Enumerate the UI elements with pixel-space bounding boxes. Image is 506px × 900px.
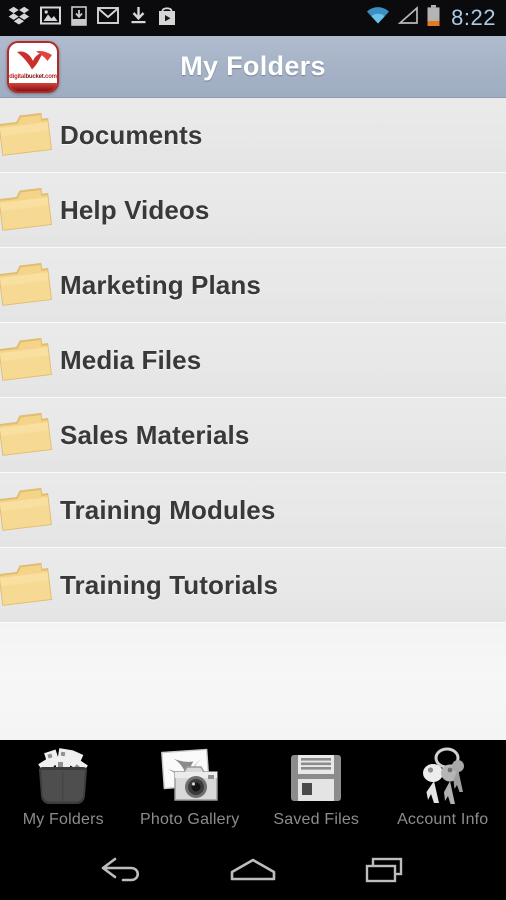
- dropbox-icon: [8, 6, 30, 31]
- back-icon: [95, 855, 147, 890]
- camera-icon: [157, 746, 223, 810]
- folder-icon: [0, 482, 58, 538]
- logo-word-tld: .com: [43, 73, 57, 80]
- home-button[interactable]: [213, 850, 293, 896]
- folder-icon: [0, 332, 58, 388]
- bottom-tab-bar[interactable]: My Folders Photo Gallery Saved Files Accoun…: [0, 740, 506, 845]
- status-bar: 8:22: [0, 0, 506, 36]
- logo-word-digital: digital: [9, 73, 26, 80]
- status-bar-notification-icons: [8, 5, 366, 31]
- signal-icon: [397, 6, 419, 30]
- phone-screen: 8:22 digitalbucket.com My Folders Docume…: [0, 0, 506, 900]
- wifi-icon: [366, 6, 390, 30]
- page-title: My Folders: [180, 51, 326, 81]
- digitalbucket-logo[interactable]: digitalbucket.com: [7, 40, 59, 93]
- logo-word-bucket: bucket: [25, 73, 44, 80]
- tab-label: Saved Files: [273, 811, 360, 828]
- folder-list-item[interactable]: Sales Materials: [0, 398, 506, 473]
- folder-item-label: Training Tutorials: [60, 569, 279, 600]
- folder-item-label: Marketing Plans: [60, 269, 261, 300]
- tab-saved-files[interactable]: Saved Files: [253, 740, 380, 845]
- recents-button[interactable]: [345, 850, 425, 896]
- tab-label: Photo Gallery: [139, 811, 240, 828]
- status-bar-system-icons: 8:22: [366, 4, 496, 32]
- recents-icon: [359, 855, 411, 890]
- folder-icon: [0, 182, 58, 238]
- home-icon: [226, 855, 280, 890]
- tab-label: My Folders: [22, 811, 104, 828]
- download-icon: [129, 6, 148, 30]
- logo-base-bar: [9, 81, 57, 91]
- bucket-swoosh-icon: [16, 48, 54, 77]
- list-empty-space: [0, 623, 506, 740]
- folder-icon: [0, 257, 58, 313]
- folder-list-item[interactable]: Media Files: [0, 323, 506, 398]
- status-bar-clock: 8:22: [451, 5, 496, 30]
- floppy-disk-icon: [287, 746, 345, 810]
- folder-icon: [0, 107, 58, 163]
- photo-icon: [40, 6, 61, 30]
- tab-label: Account Info: [397, 811, 489, 828]
- folder-icon: [0, 557, 58, 613]
- folder-list[interactable]: Documents Help Videos Marketing Plans Media…: [0, 98, 506, 740]
- folder-list-item[interactable]: Documents: [0, 98, 506, 173]
- action-bar: digitalbucket.com My Folders: [0, 36, 506, 98]
- folder-list-item[interactable]: Marketing Plans: [0, 248, 506, 323]
- play-store-icon: [158, 6, 176, 31]
- folder-list-rows: Documents Help Videos Marketing Plans Media…: [0, 98, 506, 623]
- folder-list-item[interactable]: Training Modules: [0, 473, 506, 548]
- android-navigation-bar[interactable]: [0, 845, 506, 900]
- bucket-of-documents-icon: [32, 746, 94, 810]
- folder-item-label: Media Files: [60, 344, 202, 375]
- logo-wordmark: digitalbucket.com: [9, 74, 57, 80]
- tab-account-info[interactable]: Account Info: [380, 740, 506, 845]
- tab-photo-gallery[interactable]: Photo Gallery: [127, 740, 254, 845]
- tab-my-folders[interactable]: My Folders: [0, 740, 127, 845]
- download-to-device-icon: [71, 5, 87, 31]
- back-button[interactable]: [81, 850, 161, 896]
- folder-list-item[interactable]: Training Tutorials: [0, 548, 506, 623]
- folder-icon: [0, 407, 58, 463]
- battery-icon: [426, 4, 441, 32]
- keys-icon: [414, 746, 472, 810]
- folder-list-item[interactable]: Help Videos: [0, 173, 506, 248]
- folder-item-label: Help Videos: [60, 194, 210, 225]
- folder-item-label: Documents: [60, 119, 203, 150]
- folder-item-label: Training Modules: [60, 494, 276, 525]
- gmail-icon: [97, 7, 119, 29]
- folder-item-label: Sales Materials: [60, 419, 250, 450]
